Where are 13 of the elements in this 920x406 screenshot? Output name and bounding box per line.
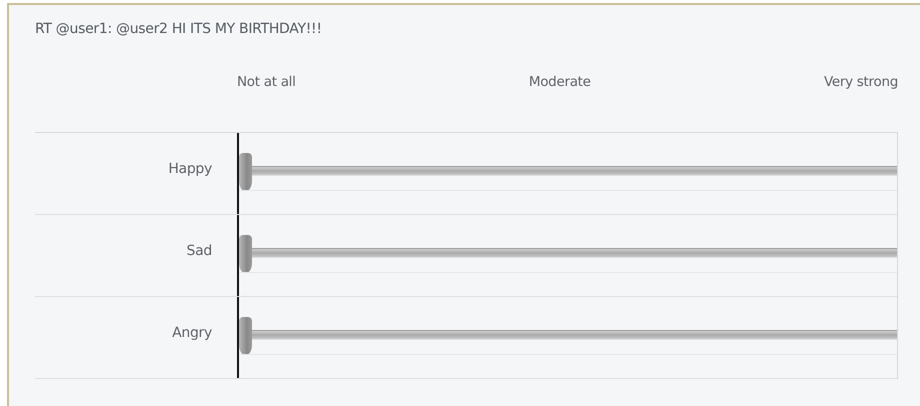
slider[interactable] (239, 153, 897, 191)
slider-handle[interactable] (239, 153, 252, 191)
slider[interactable] (239, 235, 897, 273)
scale-label: Not at all (237, 74, 296, 92)
row-label: Angry (172, 325, 212, 341)
slider[interactable] (239, 317, 897, 355)
scale-label: Moderate (528, 74, 591, 92)
row-label: Sad (186, 243, 212, 259)
slider-handle[interactable] (239, 235, 252, 273)
row-label: Happy (168, 161, 212, 177)
scale-label: Very strong (824, 74, 898, 92)
question-text: RT @user1: @user2 HI ITS MY BIRTHDAY!!! (35, 20, 323, 39)
slider-handle[interactable] (239, 317, 252, 355)
